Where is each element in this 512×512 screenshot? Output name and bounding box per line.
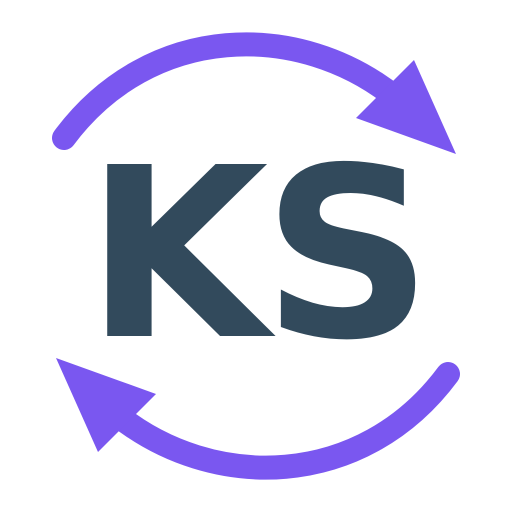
logo-monogram: KS bbox=[85, 117, 433, 392]
ks-logo: KS bbox=[0, 0, 512, 512]
